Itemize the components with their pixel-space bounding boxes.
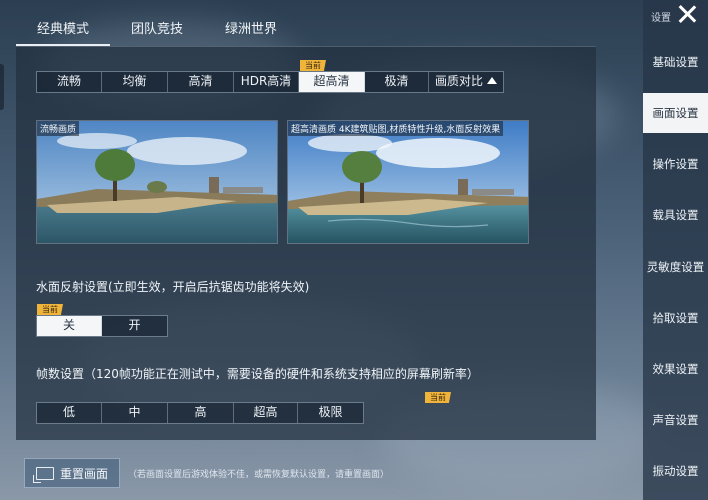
water-current-badge: 当前 <box>37 304 63 315</box>
fps-option-low[interactable]: 低 <box>37 403 102 423</box>
fps-option-extreme[interactable]: 极限 <box>298 403 363 423</box>
preview-smooth-caption: 流畅画质 <box>37 121 80 136</box>
tab-oasis-world[interactable]: 绿洲世界 <box>204 14 298 46</box>
settings-sidebar: 设置 基础设置 画面设置 操作设置 载具设置 灵敏度设置 拾取设置 效果设置 声… <box>643 0 708 500</box>
quality-option-hd[interactable]: 高清 <box>168 72 234 92</box>
fps-selector: 低 中 高 超高 极限 <box>36 402 364 424</box>
quality-compare-label: 画质对比 <box>434 74 483 88</box>
sidebar-item-basic[interactable]: 基础设置 <box>643 42 708 82</box>
tab-classic-mode[interactable]: 经典模式 <box>16 14 110 46</box>
tab-team-deathmatch[interactable]: 团队竞技 <box>110 14 204 46</box>
preview-smooth-image: 流畅画质 <box>36 120 278 244</box>
quality-option-smooth[interactable]: 流畅 <box>37 72 102 92</box>
sidebar-item-vibration[interactable]: 振动设置 <box>643 451 708 491</box>
quality-option-ultra-hd[interactable]: 超高清 <box>299 72 365 92</box>
sidebar-header: 设置 <box>643 0 708 30</box>
quality-option-hdr[interactable]: HDR高清 <box>234 72 299 92</box>
reset-graphics-button[interactable]: 重置画面 <box>24 458 120 488</box>
sidebar-item-controls[interactable]: 操作设置 <box>643 144 708 184</box>
fps-current-badge: 当前 <box>425 392 451 403</box>
sidebar-item-sensitivity[interactable]: 灵敏度设置 <box>643 247 708 287</box>
sidebar-item-vehicle[interactable]: 载具设置 <box>643 195 708 235</box>
sidebar-title: 设置 <box>651 13 671 24</box>
sidebar-item-effects[interactable]: 效果设置 <box>643 349 708 389</box>
water-reflection-title: 水面反射设置(立即生效，开启后抗锯齿功能将失效) <box>36 280 310 294</box>
quality-option-extreme[interactable]: 极清 <box>365 72 429 92</box>
triangle-up-icon <box>487 77 497 84</box>
water-option-on[interactable]: 开 <box>102 316 167 336</box>
screen-reset-icon <box>32 466 54 483</box>
sidebar-item-graphics[interactable]: 画面设置 <box>643 93 708 133</box>
close-icon[interactable] <box>676 3 698 25</box>
reset-graphics-note: （若画面设置后游戏体验不佳，或需恢复默认设置，请重置画面） <box>128 470 390 480</box>
sidebar-item-pickup[interactable]: 拾取设置 <box>643 298 708 338</box>
preview-ultra-hd-image: 超高清画质 4K建筑贴图,材质特性升级,水面反射效果 <box>287 120 529 244</box>
left-edge-handle <box>0 64 4 110</box>
water-reflection-selector: 关 开 <box>36 315 168 337</box>
quality-current-badge: 当前 <box>300 60 326 71</box>
quality-option-balanced[interactable]: 均衡 <box>102 72 168 92</box>
preview-ultra-hd-caption: 超高清画质 4K建筑贴图,材质特性升级,水面反射效果 <box>288 121 504 136</box>
fps-option-high[interactable]: 高 <box>168 403 234 423</box>
fps-settings-title: 帧数设置（120帧功能正在测试中，需要设备的硬件和系统支持相应的屏幕刷新率） <box>36 367 479 381</box>
fps-option-medium[interactable]: 中 <box>102 403 168 423</box>
fps-option-ultra[interactable]: 超高 <box>234 403 298 423</box>
graphics-settings-panel: 当前 流畅 均衡 高清 HDR高清 超高清 极清 画质对比 流畅画质 超高清画质… <box>16 46 596 440</box>
quality-selector: 流畅 均衡 高清 HDR高清 超高清 极清 画质对比 <box>36 71 504 93</box>
water-option-off[interactable]: 关 <box>37 316 102 336</box>
reset-graphics-label: 重置画面 <box>59 466 108 481</box>
mode-tabs: 经典模式 团队竞技 绿洲世界 <box>16 14 298 46</box>
sidebar-item-sound[interactable]: 声音设置 <box>643 400 708 440</box>
quality-compare-button[interactable]: 画质对比 <box>429 72 503 92</box>
